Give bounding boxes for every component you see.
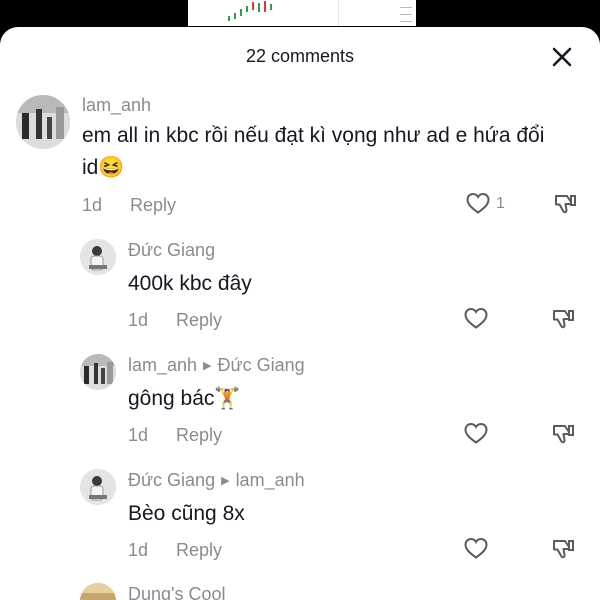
thumbs-down-icon [553, 425, 574, 444]
comment-timestamp: 1d [128, 310, 149, 330]
avatar[interactable] [80, 239, 116, 275]
reply-to-arrow-icon: ▶ [221, 475, 230, 487]
comment-username[interactable]: lam_anh [82, 95, 151, 116]
close-button[interactable] [548, 43, 576, 71]
thumbs-down-icon [553, 540, 574, 559]
heart-icon [464, 537, 488, 559]
heart-icon [464, 307, 488, 329]
thumbs-down-icon [555, 195, 576, 214]
like-button[interactable] [463, 536, 489, 565]
reply-item: lam_anh ▶ Đức Giang gông bác🏋️ 1d Reply [0, 350, 600, 462]
close-icon [552, 47, 572, 67]
reply-button[interactable]: Reply [176, 425, 222, 446]
comments-header: 22 comments [0, 27, 600, 85]
dislike-button[interactable] [552, 191, 578, 222]
comment-timestamp: 1d [128, 425, 149, 445]
comments-count-title: 22 comments [245, 46, 355, 66]
dislike-button[interactable] [550, 536, 576, 567]
comment-text: 400k kbc đây [128, 272, 252, 295]
comment-text-line: id😆 [82, 156, 125, 179]
comment-timestamp: 1d [128, 540, 149, 560]
comment-username-line: Đức Giang ▶ lam_anh [128, 470, 305, 491]
comment-text: gông bác🏋️ [128, 387, 241, 410]
heart-icon [466, 192, 490, 214]
comment-username[interactable]: Đức Giang [128, 470, 215, 490]
avatar[interactable] [80, 583, 116, 600]
like-button[interactable] [465, 191, 491, 220]
reply-to-username[interactable]: lam_anh [236, 470, 305, 490]
reply-item: Đức Giang 400k kbc đây 1d Reply [0, 235, 600, 347]
avatar[interactable] [16, 95, 70, 149]
dislike-button[interactable] [550, 306, 576, 337]
comment-item: lam_anh em all in kbc rồi nếu đạt kì vọn… [0, 91, 600, 221]
comment-username[interactable]: lam_anh [128, 355, 197, 375]
reply-to-arrow-icon: ▶ [203, 360, 212, 372]
avatar[interactable] [80, 354, 116, 390]
like-count: 1 [496, 195, 505, 212]
like-button[interactable] [463, 421, 489, 450]
reply-item: Dung's Cool [0, 580, 600, 600]
thumbs-down-icon [553, 310, 574, 329]
reply-button[interactable]: Reply [176, 540, 222, 561]
reply-button[interactable]: Reply [130, 195, 176, 216]
comment-text: Bèo cũng 8x [128, 502, 245, 525]
comment-username[interactable]: Dung's Cool [128, 584, 226, 600]
comments-sheet: 22 comments lam_anh em all in kbc rồi nế… [0, 27, 600, 600]
reply-to-username[interactable]: Đức Giang [218, 355, 305, 375]
comment-username-line: lam_anh ▶ Đức Giang [128, 355, 305, 376]
background-video-chart-thumbnail [188, 0, 416, 26]
like-button[interactable] [463, 306, 489, 335]
reply-button[interactable]: Reply [176, 310, 222, 331]
reply-item: Đức Giang ▶ lam_anh Bèo cũng 8x 1d Reply [0, 465, 600, 577]
dislike-button[interactable] [550, 421, 576, 452]
heart-icon [464, 422, 488, 444]
avatar[interactable] [80, 469, 116, 505]
comment-text-line: em all in kbc rồi nếu đạt kì vọng như ad… [82, 124, 545, 147]
comment-username[interactable]: Đức Giang [128, 240, 215, 261]
comment-timestamp: 1d [82, 195, 103, 215]
